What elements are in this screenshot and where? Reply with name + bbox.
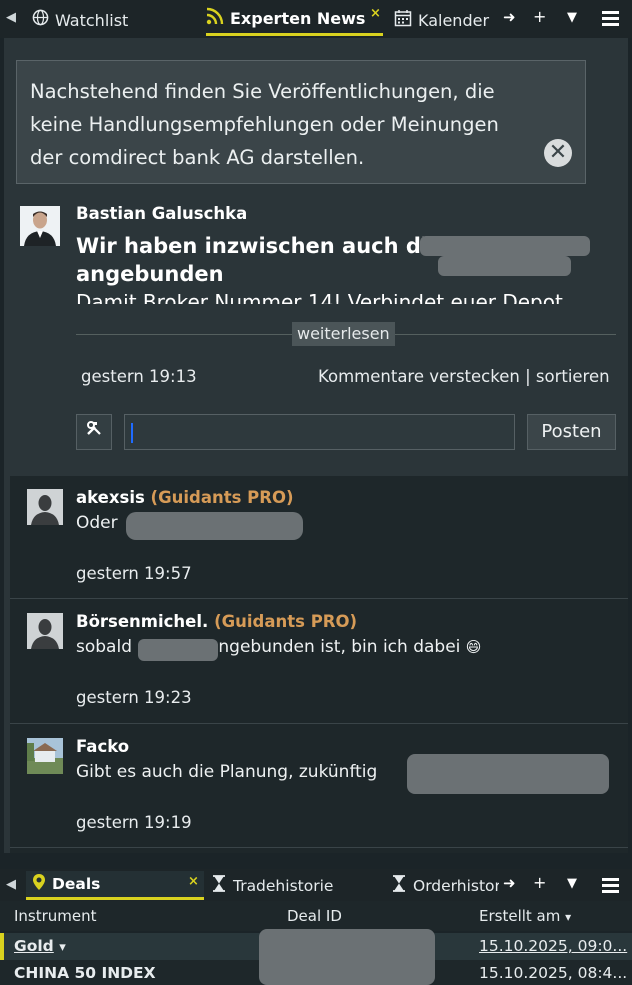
comment-author[interactable]: Facko (76, 737, 129, 756)
hamburger-menu-icon[interactable] (602, 878, 619, 894)
close-tab-icon[interactable]: × (188, 874, 199, 889)
tab-deals[interactable]: Deals (26, 871, 204, 900)
post-excerpt: Damit Broker Nummer 14! Verbindet euer D… (76, 294, 616, 304)
comment-author[interactable]: Börsenmichel. (Guidants PRO) (76, 612, 357, 631)
comments-list: akexsis (Guidants PRO) Oder gestern 19:5… (10, 476, 628, 853)
add-tab-button[interactable]: + (533, 873, 546, 892)
dock-tab-bar: ◀ Deals × Tradehistorie Orderhistorie ➜ … (0, 869, 632, 901)
user-photo-avatar[interactable] (27, 738, 63, 774)
tab-tradehistorie[interactable]: Tradehistorie (211, 871, 333, 900)
comment-item: akexsis (Guidants PRO) Oder gestern 19:5… (10, 476, 628, 599)
comment-timestamp: gestern 19:57 (76, 564, 192, 583)
post-timestamp: gestern 19:13 (81, 367, 197, 386)
tab-watchlist[interactable]: Watchlist (32, 4, 128, 36)
pin-icon (32, 873, 46, 895)
arrow-right-icon[interactable]: ➜ (503, 8, 516, 26)
add-tab-button[interactable]: + (533, 7, 546, 26)
post-button[interactable]: Posten (527, 414, 616, 450)
column-created[interactable]: Erstellt am ▾ (479, 907, 571, 925)
comment-actions: Kommentare verstecken | sortieren (318, 367, 610, 386)
deals-table-header: Instrument Deal ID Erstellt am ▾ (0, 901, 632, 931)
comment-item: Börsenmichel. (Guidants PRO) sobald angeb… (10, 600, 628, 724)
redaction-block (438, 256, 571, 276)
sort-link[interactable]: sortieren (536, 367, 610, 386)
top-tab-bar: ◀ Watchlist Experten News × Kalender ➜ +… (0, 0, 632, 38)
arrow-left-icon[interactable]: ◀ (6, 877, 16, 892)
comment-timestamp: gestern 19:19 (76, 813, 192, 832)
comment-item: Facko Gibt es auch die Planung, zukünfti… (10, 725, 628, 848)
author-avatar[interactable] (20, 206, 60, 246)
post-title-line2: angebunden (76, 262, 224, 286)
redaction-block (138, 639, 218, 661)
tab-orderhistorie[interactable]: Orderhistorie (391, 871, 499, 900)
action-separator: | (525, 367, 531, 386)
close-tab-icon[interactable]: × (370, 6, 381, 21)
tab-label: Tradehistorie (233, 876, 334, 895)
calendar-icon (394, 9, 412, 32)
redaction-block (126, 512, 303, 540)
hide-comments-link[interactable]: Kommentare verstecken (318, 367, 520, 386)
hourglass-icon (211, 875, 227, 896)
read-more-button[interactable]: weiterlesen (292, 322, 395, 346)
hammer-wrench-icon (85, 421, 103, 442)
disclaimer-text: Nachstehend finden Sie Veröffentlichunge… (30, 80, 499, 169)
disclaimer-notice: Nachstehend finden Sie Veröffentlichunge… (16, 60, 586, 184)
globe-icon (32, 9, 49, 31)
chevron-down-icon[interactable]: ▼ (567, 876, 577, 891)
tab-kalender[interactable]: Kalender (394, 4, 489, 36)
pro-badge: (Guidants PRO) (150, 488, 294, 507)
created-cell: 15.10.2025, 08:4... (479, 964, 628, 982)
news-panel: Nachstehend finden Sie Veröffentlichunge… (4, 38, 628, 853)
redaction-block (259, 929, 435, 985)
tab-label: Kalender (418, 10, 490, 30)
default-avatar-icon[interactable] (27, 489, 63, 525)
tab-experten-news[interactable]: Experten News (206, 4, 384, 36)
default-avatar-icon[interactable] (27, 613, 63, 649)
tab-label: Watchlist (55, 10, 129, 30)
hamburger-menu-icon[interactable] (602, 11, 619, 27)
created-cell: 15.10.2025, 09:0... (479, 937, 628, 955)
text-caret (131, 423, 133, 443)
comment-input[interactable] (124, 414, 515, 450)
redaction-block (407, 754, 609, 794)
post-author[interactable]: Bastian Galuschka (76, 204, 247, 223)
comment-text: Oder (76, 513, 118, 533)
post-title-line1: Wir haben inzwischen auch die (76, 234, 443, 258)
comment-timestamp: gestern 19:23 (76, 688, 192, 707)
chevron-down-icon[interactable]: ▼ (567, 10, 577, 25)
comment-text: sobald angebunden ist, bin ich dabei 😄 (76, 637, 482, 657)
column-instrument[interactable]: Instrument (14, 907, 97, 925)
arrow-right-icon[interactable]: ➜ (503, 874, 516, 892)
instrument-cell[interactable]: Gold ▾ (14, 937, 66, 955)
arrow-left-icon[interactable]: ◀ (6, 10, 16, 25)
comment-author[interactable]: akexsis (Guidants PRO) (76, 488, 294, 507)
column-deal-id[interactable]: Deal ID (287, 907, 342, 925)
tools-button[interactable] (76, 414, 112, 450)
redaction-block (420, 236, 590, 256)
sort-desc-icon: ▾ (565, 910, 572, 924)
grin-emoji-icon: 😄 (465, 638, 482, 656)
tab-label: Orderhistorie (413, 876, 499, 895)
hourglass-icon (391, 875, 407, 896)
rss-icon (206, 7, 224, 30)
close-icon[interactable]: ✕ (544, 139, 572, 167)
chevron-down-icon[interactable]: ▾ (59, 940, 66, 955)
tab-label: Deals (52, 875, 101, 893)
pro-badge: (Guidants PRO) (214, 612, 358, 631)
tab-label: Experten News (230, 9, 366, 28)
instrument-cell[interactable]: CHINA 50 INDEX (14, 964, 156, 982)
comment-text: Gibt es auch die Planung, zukünftig (76, 762, 378, 782)
dock-separator (0, 853, 632, 869)
